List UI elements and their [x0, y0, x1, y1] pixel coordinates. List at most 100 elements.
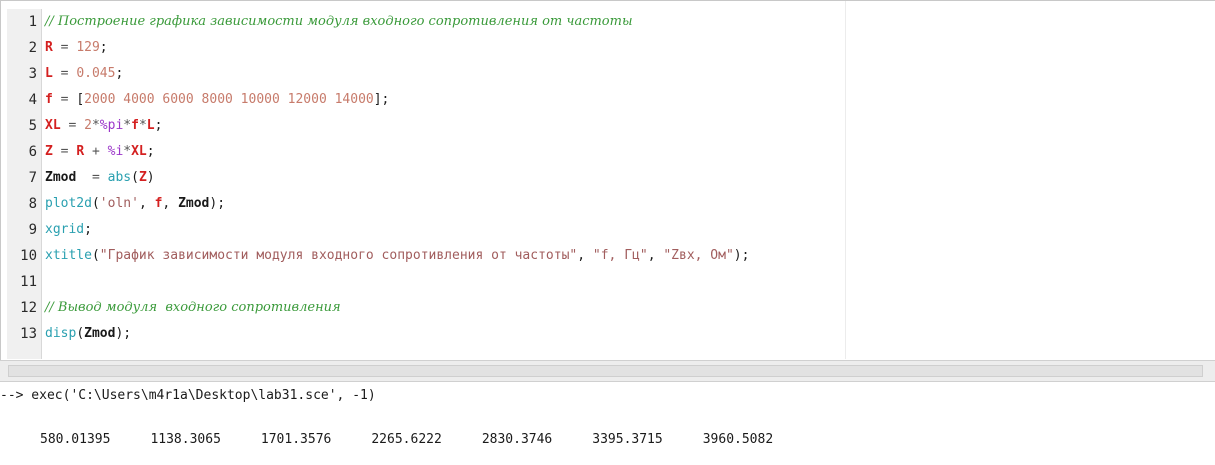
- console-result-value: 1701.3576: [260, 432, 332, 447]
- pane-splitter[interactable]: [0, 360, 1215, 382]
- code-token: L: [45, 66, 53, 81]
- line-number: 2: [28, 40, 37, 56]
- code-token: xtitle: [45, 248, 92, 263]
- code-line[interactable]: XL = 2*%pi*f*L;: [45, 113, 162, 139]
- console-result-value: 2830.3746: [481, 432, 553, 447]
- code-line[interactable]: // Построение графика зависимости модуля…: [45, 9, 633, 35]
- horizontal-scrollbar[interactable]: [8, 365, 1203, 377]
- code-token: plot2d: [45, 196, 92, 211]
- console-result-value: 1138.3065: [150, 432, 221, 447]
- code-token: (: [91, 196, 100, 211]
- code-token: L: [146, 118, 155, 133]
- code-line[interactable]: L = 0.045;: [45, 61, 123, 87]
- code-token: f: [131, 118, 139, 133]
- line-number: 13: [20, 326, 37, 342]
- code-token: =: [76, 170, 108, 185]
- code-token: 2: [84, 118, 92, 133]
- line-number: 7: [28, 170, 37, 186]
- code-token: [: [76, 92, 85, 107]
- code-token: Zmod: [84, 326, 116, 341]
- code-token: =: [52, 66, 77, 81]
- code-line[interactable]: plot2d('oln', f, Zmod);: [45, 191, 225, 217]
- code-token: XL: [131, 144, 147, 159]
- code-line[interactable]: // Вывод модуля входного сопротивления: [45, 295, 341, 321]
- line-number: 8: [28, 196, 37, 212]
- code-token: 129: [76, 40, 100, 55]
- code-token: =: [52, 144, 77, 159]
- code-line[interactable]: Z = R + %i*XL;: [45, 139, 155, 165]
- code-token: *: [123, 144, 132, 159]
- code-line[interactable]: R = 129;: [45, 35, 108, 61]
- code-line[interactable]: xgrid;: [45, 217, 92, 243]
- code-token: (: [131, 170, 139, 185]
- code-token: ];: [373, 92, 390, 107]
- code-token: ;: [115, 66, 124, 81]
- code-line[interactable]: Zmod = abs(Z): [45, 165, 155, 191]
- code-token: R: [45, 40, 53, 55]
- code-editor[interactable]: 1 2 3 4 5 6 7 8 9 10 11 12 13 // Построение графика …: [0, 0, 1215, 360]
- code-token: (: [91, 248, 100, 263]
- line-number: 4: [28, 92, 37, 108]
- line-number-gutter: 1 2 3 4 5 6 7 8 9 10 11 12 13: [7, 9, 42, 359]
- code-token: *: [91, 118, 100, 133]
- code-token: ;: [99, 40, 108, 55]
- console-result-value: 3395.3715: [592, 432, 663, 447]
- code-token: =: [60, 118, 85, 133]
- console-result-row: 580.01395 1138.3065 1701.3576 2265.6222 2830…: [0, 432, 860, 447]
- line-number: 9: [28, 222, 37, 238]
- code-token: ;: [154, 118, 163, 133]
- line-number: 11: [20, 274, 37, 290]
- code-token: 'oln': [99, 196, 139, 211]
- code-line[interactable]: xtitle("График зависимости модуля входно…: [45, 243, 749, 269]
- line-number: 10: [20, 248, 37, 264]
- code-token: ): [146, 170, 155, 185]
- code-token: %i: [107, 144, 124, 159]
- code-token: (: [76, 326, 85, 341]
- code-line[interactable]: f = [2000 4000 6000 8000 10000 12000 140…: [45, 87, 389, 113]
- code-token: );: [209, 196, 226, 211]
- code-token: // Вывод модуля входного сопротивления: [45, 300, 341, 315]
- code-token: "График зависимости модуля входного сопр…: [99, 248, 578, 263]
- code-token: );: [115, 326, 132, 341]
- line-number: 6: [28, 144, 37, 160]
- code-token: Z: [45, 144, 53, 159]
- code-token: ,: [162, 196, 179, 211]
- console-command-line: --> exec('C:\Users\m4r1a\Desktop\lab31.s…: [0, 388, 376, 403]
- code-token: "f, Гц": [592, 248, 648, 263]
- code-token: *: [123, 118, 132, 133]
- code-token: ,: [138, 196, 155, 211]
- code-token: ;: [146, 144, 155, 159]
- code-token: f: [45, 92, 53, 107]
- code-token: xgrid: [45, 222, 85, 237]
- code-token: );: [733, 248, 750, 263]
- code-token: Zmod: [178, 196, 210, 211]
- code-token: 2000 4000 6000 8000 10000 12000 14000: [84, 92, 374, 107]
- line-number: 3: [28, 66, 37, 82]
- code-token: // Построение графика зависимости модуля…: [45, 14, 633, 29]
- code-token: ;: [84, 222, 92, 237]
- code-line[interactable]: disp(Zmod);: [45, 321, 131, 347]
- line-number: 1: [28, 14, 37, 30]
- code-token: =: [52, 92, 77, 107]
- code-token: XL: [45, 118, 61, 133]
- code-token: ,: [647, 248, 664, 263]
- code-token: Zmod: [45, 170, 77, 185]
- code-token: %pi: [99, 118, 124, 133]
- code-token: disp: [45, 326, 77, 341]
- code-token: *: [138, 118, 147, 133]
- console-result-value: 3960.5082: [702, 432, 774, 447]
- console-result-value: 580.01395: [40, 432, 111, 447]
- code-token: +: [84, 144, 108, 159]
- code-token: ,: [577, 248, 593, 263]
- code-area[interactable]: // Построение графика зависимости модуля…: [45, 9, 1205, 359]
- code-token: abs: [107, 170, 132, 185]
- line-number: 5: [28, 118, 37, 134]
- code-token: "Zвх, Ом": [663, 248, 734, 263]
- console-result-value: 2265.6222: [371, 432, 442, 447]
- code-token: Z: [138, 170, 147, 185]
- code-token: R: [76, 144, 85, 159]
- code-token: 0.045: [76, 66, 116, 81]
- code-token: =: [52, 40, 77, 55]
- console-panel[interactable]: --> exec('C:\Users\m4r1a\Desktop\lab31.s…: [0, 382, 1215, 465]
- line-number: 12: [20, 300, 37, 316]
